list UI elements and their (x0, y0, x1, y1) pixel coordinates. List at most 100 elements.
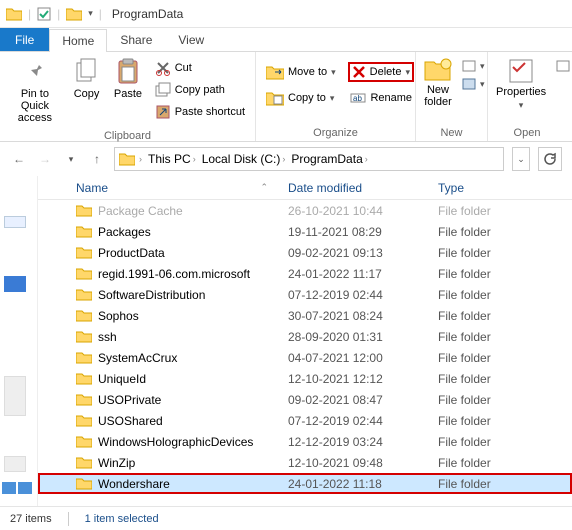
copy-to-button[interactable]: Copy to ▾ (262, 88, 338, 108)
scissors-icon (155, 60, 171, 76)
pin-to-quick-access-button[interactable]: Pin to Quick access (6, 54, 64, 128)
folder-icon (76, 435, 92, 448)
open-button[interactable] (552, 58, 572, 74)
folder-icon (66, 7, 82, 21)
status-selection: 1 item selected (85, 513, 159, 525)
folder-icon (76, 393, 92, 406)
nav-back-button[interactable]: ← (10, 150, 28, 168)
paste-shortcut-button[interactable]: Paste shortcut (151, 102, 249, 122)
group-label-organize: Organize (262, 125, 409, 141)
tab-file[interactable]: File (0, 28, 49, 51)
pin-icon (21, 58, 49, 86)
qat-separator: | (28, 7, 31, 21)
file-list: Name⌃ Date modified Type Package Cache26… (0, 176, 572, 506)
move-to-button[interactable]: Move to ▾ (262, 62, 340, 82)
qat-separator: | (57, 7, 60, 21)
table-row[interactable]: regid.1991-06.com.microsoft24-01-2022 11… (38, 263, 572, 284)
tab-share[interactable]: Share (107, 28, 165, 51)
paste-icon (115, 58, 141, 86)
new-folder-icon (424, 58, 452, 82)
folder-icon (76, 225, 92, 238)
refresh-icon (543, 152, 557, 166)
col-type[interactable]: Type (438, 181, 572, 195)
folder-icon (76, 372, 92, 385)
chevron-down-icon[interactable]: ▾ (88, 8, 93, 19)
table-row[interactable]: SystemAcCrux04-07-2021 12:00File folder (38, 347, 572, 368)
refresh-button[interactable] (538, 147, 562, 171)
cut-button[interactable]: Cut (151, 58, 249, 78)
nav-up-button[interactable]: ↑ (88, 150, 106, 168)
folder-icon (76, 309, 92, 322)
paste-shortcut-icon (155, 104, 171, 120)
folder-icon (119, 152, 135, 166)
svg-text:ab: ab (353, 94, 362, 103)
paste-button[interactable]: Paste (109, 54, 146, 104)
table-row[interactable]: USOShared07-12-2019 02:44File folder (38, 410, 572, 431)
chevron-down-icon: ▾ (405, 67, 410, 78)
nav-recent-button[interactable]: ▾ (62, 150, 80, 168)
copy-button[interactable]: Copy (68, 54, 105, 104)
folder-icon (6, 7, 22, 21)
properties-button[interactable]: Properties ▾ (494, 54, 548, 115)
ribbon: Pin to Quick access Copy Paste Cut Copy … (0, 52, 572, 142)
tab-home[interactable]: Home (49, 29, 107, 52)
new-item-button[interactable]: ▾ (458, 58, 489, 74)
chevron-down-icon: ▾ (331, 67, 336, 78)
table-row[interactable]: ssh28-09-2020 01:31File folder (38, 326, 572, 347)
col-date[interactable]: Date modified (288, 181, 438, 195)
group-clipboard: Pin to Quick access Copy Paste Cut Copy … (0, 52, 256, 141)
table-row[interactable]: USOPrivate09-02-2021 08:47File folder (38, 389, 572, 410)
crumb-this-pc[interactable]: This PC› (146, 152, 198, 166)
table-row[interactable]: ProductData09-02-2021 09:13File folder (38, 242, 572, 263)
folder-icon (76, 477, 92, 490)
nav-forward-button[interactable]: → (36, 150, 54, 168)
status-bar: 27 items 1 item selected (0, 506, 572, 530)
delete-button[interactable]: Delete ▾ (348, 62, 414, 82)
table-row[interactable]: Wondershare24-01-2022 11:18File folder (38, 473, 572, 494)
table-row[interactable]: Package Cache26-10-2021 10:44File folder (38, 200, 572, 221)
group-open: Properties ▾ Open (488, 52, 566, 141)
new-folder-button[interactable]: New folder (422, 54, 454, 112)
folder-icon (76, 456, 92, 469)
group-label-clipboard: Clipboard (6, 128, 249, 144)
file-rows: Package Cache26-10-2021 10:44File folder… (38, 200, 572, 500)
chevron-down-icon: ▾ (330, 93, 335, 104)
group-label-new: New (422, 125, 481, 141)
table-row[interactable]: SoftwareDistribution07-12-2019 02:44File… (38, 284, 572, 305)
folder-icon (76, 330, 92, 343)
table-row[interactable]: WinZip12-10-2021 09:48File folder (38, 452, 572, 473)
qat-separator: | (99, 7, 102, 21)
col-name[interactable]: Name⌃ (38, 181, 288, 195)
status-count: 27 items (10, 513, 52, 525)
folder-icon (76, 288, 92, 301)
table-row[interactable]: WindowsHolographicDevices12-12-2019 03:2… (38, 431, 572, 452)
table-row[interactable]: UniqueId12-10-2021 12:12File folder (38, 368, 572, 389)
tab-view[interactable]: View (165, 28, 217, 51)
titlebar: | | ▾ | ProgramData (0, 0, 572, 28)
ribbon-tabs: File Home Share View (0, 28, 572, 52)
copy-icon (74, 58, 100, 86)
address-bar: ← → ▾ ↑ › This PC› Local Disk (C:)› Prog… (0, 142, 572, 176)
folder-icon (76, 204, 92, 217)
window-title: ProgramData (112, 7, 183, 21)
move-to-icon (266, 64, 284, 80)
delete-x-icon (352, 65, 366, 79)
copy-path-button[interactable]: Copy path (151, 80, 249, 100)
breadcrumb[interactable]: › This PC› Local Disk (C:)› ProgramData› (114, 147, 504, 171)
rename-button[interactable]: ab Rename (346, 88, 416, 108)
table-row[interactable]: Sophos30-07-2021 08:24File folder (38, 305, 572, 326)
qat-props-icon[interactable] (37, 7, 51, 21)
path-dropdown[interactable]: ⌄ (512, 147, 530, 171)
table-row[interactable]: Packages19-11-2021 08:29File folder (38, 221, 572, 242)
folder-icon (76, 246, 92, 259)
chevron-down-icon: ▾ (519, 100, 524, 111)
copy-path-icon (155, 82, 171, 98)
crumb-local-disk[interactable]: Local Disk (C:)› (200, 152, 288, 166)
folder-icon (76, 351, 92, 364)
properties-icon (508, 58, 534, 84)
folder-icon (76, 267, 92, 280)
folder-icon (76, 414, 92, 427)
group-new: New folder ▾ ▾ New (416, 52, 488, 141)
crumb-programdata[interactable]: ProgramData› (289, 152, 369, 166)
easy-access-button[interactable]: ▾ (458, 76, 489, 92)
